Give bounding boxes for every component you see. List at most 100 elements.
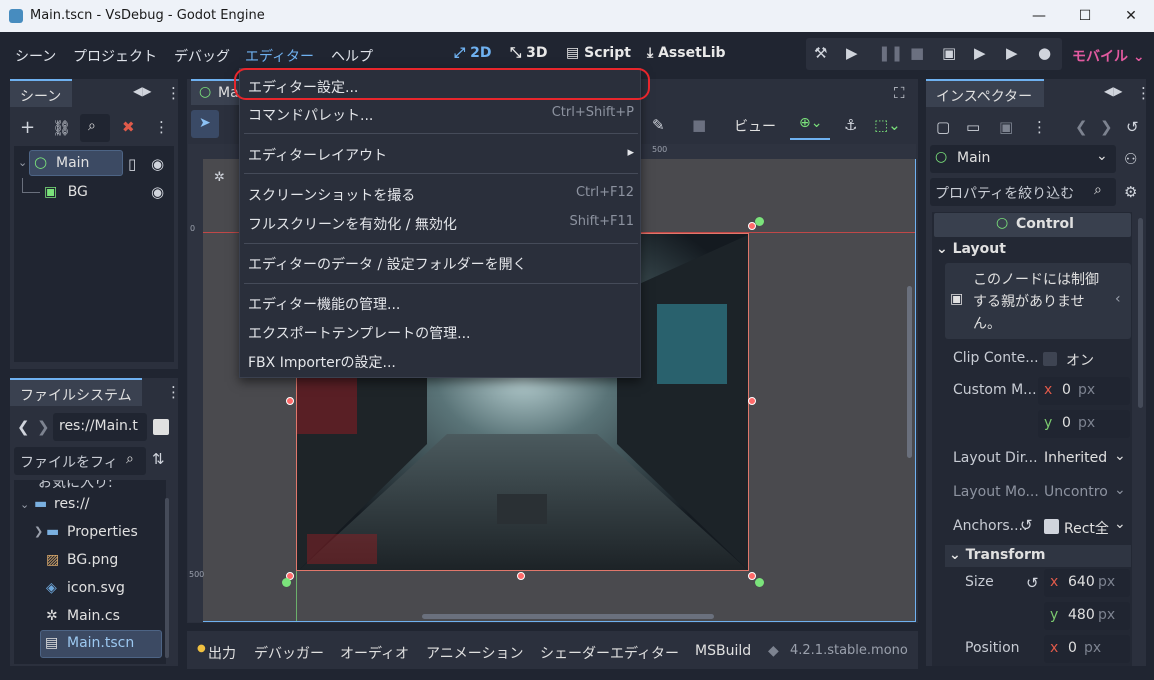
position-x-field[interactable]: x 0 px (1044, 635, 1130, 663)
property-filter-input[interactable]: プロパティを絞り込む ⌕ (930, 178, 1116, 206)
tab-msbuild[interactable]: MSBuild (695, 643, 751, 659)
history-back-icon[interactable]: ❮ (1075, 118, 1088, 136)
update-spinner-icon[interactable]: ◆ (768, 643, 779, 659)
anchor-handle[interactable] (755, 578, 764, 587)
scene-node-main[interactable]: ○ Main (29, 150, 123, 176)
menu-item-editor-layout[interactable]: エディターレイアウト ▸ (248, 145, 634, 165)
file-filter-input[interactable]: ファイルをフィ ⌕ (14, 447, 146, 475)
remote-debug-icon[interactable]: ▣ (942, 44, 956, 62)
layout-direction-select[interactable]: Inherited ⌄ (1044, 448, 1130, 470)
file-item-main-tscn[interactable]: ▤ Main.tscn (40, 630, 162, 658)
collapse-arrow-icon[interactable]: ⌄ (20, 498, 29, 511)
menu-item-screenshot[interactable]: スクリーンショットを撮る Ctrl+F12 (248, 185, 634, 205)
history-forward-icon[interactable]: ❯ (1100, 118, 1113, 136)
canvas-scrollbar-horizontal[interactable] (422, 614, 714, 619)
close-icon[interactable]: ✕ (1108, 0, 1154, 32)
file-item-bg-png[interactable]: BG.png (67, 552, 118, 568)
scrollbar[interactable] (165, 498, 169, 658)
dock-menu-icon[interactable]: ⋮ (1136, 84, 1151, 102)
mode-2d-button[interactable]: ⤢ 2D (454, 45, 491, 61)
play-icon[interactable]: ▶ (846, 44, 858, 62)
menu-item-fbx-importer[interactable]: FBX Importerの設定... (248, 352, 634, 372)
file-item-res[interactable]: res:// (54, 496, 90, 512)
play-scene-icon[interactable]: ▶ (974, 44, 986, 62)
tab-shader-editor[interactable]: シェーダーエディター (540, 643, 679, 663)
custom-min-size-x[interactable]: x 0 px (1038, 377, 1130, 405)
dock-arrows-icon[interactable]: ◀▶ (1104, 84, 1122, 98)
view-menu-button[interactable]: ビュー (734, 116, 776, 136)
reset-icon[interactable]: ↺ (1020, 516, 1033, 534)
menu-scene[interactable]: シーン (15, 46, 56, 66)
renderer-select[interactable]: モバイル ⌄ (1072, 46, 1145, 66)
link-icon[interactable]: ⛓ (52, 119, 71, 137)
menu-item-command-palette[interactable]: コマンドパレット... Ctrl+Shift+P (248, 105, 634, 125)
select-tool-button[interactable]: ➤ (191, 110, 219, 138)
nav-forward-icon[interactable]: ❯ (37, 418, 50, 436)
section-layout[interactable]: ⌄ Layout (936, 241, 1006, 257)
visibility-eye-icon[interactable]: ◉ (151, 183, 164, 201)
anchor-handle[interactable] (755, 217, 764, 226)
extra-menu-icon[interactable]: ⋮ (1032, 118, 1047, 136)
file-item-properties[interactable]: Properties (67, 524, 138, 540)
tab-output[interactable]: 出力 (208, 643, 236, 663)
movie-maker-icon[interactable]: ● (1038, 44, 1051, 62)
scene-tab[interactable]: シーン (10, 79, 72, 107)
scene-node-bg[interactable]: ▣ BG (44, 184, 88, 200)
mode-script-button[interactable]: ▤ Script (566, 45, 631, 61)
mode-3d-button[interactable]: ⤡ 3D (510, 45, 547, 61)
size-x-field[interactable]: x 640 px (1044, 569, 1130, 597)
transform-header[interactable]: ⌄ Transform (945, 545, 1131, 567)
scene-menu-icon[interactable]: ⋮ (154, 118, 169, 136)
toggle-split-icon[interactable] (153, 419, 169, 435)
favorites-item[interactable]: お気に入り: (38, 480, 113, 492)
path-field[interactable]: res://Main.t (53, 413, 147, 441)
script-attached-icon[interactable]: ▯ (128, 155, 136, 173)
distraction-free-icon[interactable]: ⛶ (894, 84, 905, 102)
maximize-icon[interactable]: ☐ (1062, 0, 1108, 32)
camera-icon[interactable]: ■ (692, 116, 706, 134)
menu-project[interactable]: プロジェクト (73, 46, 157, 66)
filter-nodes-button[interactable]: ⌕ (80, 114, 110, 142)
menu-item-feature-manager[interactable]: エディター機能の管理... (248, 294, 634, 314)
pause-icon[interactable]: ❚❚ (878, 44, 903, 62)
resize-handle[interactable] (286, 397, 294, 405)
tab-debugger[interactable]: デバッガー (254, 643, 324, 663)
file-item-main-cs[interactable]: Main.cs (67, 608, 120, 624)
nav-back-icon[interactable]: ❮ (17, 418, 30, 436)
play-custom-scene-icon[interactable]: ▶ (1006, 44, 1018, 62)
mode-assetlib-button[interactable]: ⤓ AssetLib (647, 45, 726, 61)
open-folder-icon[interactable]: ▭ (966, 118, 980, 136)
menu-debug[interactable]: デバッグ (174, 46, 230, 66)
dock-arrows-icon[interactable]: ◀▶ (133, 84, 151, 98)
dock-menu-icon[interactable]: ⋮ (166, 84, 181, 102)
add-node-icon[interactable]: + (20, 117, 35, 138)
inspector-scrollbar[interactable] (1138, 218, 1143, 408)
visibility-eye-icon[interactable]: ◉ (151, 155, 164, 173)
center-view-icon[interactable]: ✲ (214, 170, 225, 185)
node-selector[interactable]: ○ Main ⌄ (930, 145, 1116, 173)
bone-tool-icon[interactable]: ✎ (652, 116, 665, 134)
canvas-scrollbar-vertical[interactable] (907, 286, 912, 458)
new-resource-icon[interactable]: ▢ (936, 118, 950, 136)
inspector-tab[interactable]: インスペクター (926, 79, 1044, 107)
resize-handle[interactable] (748, 397, 756, 405)
menu-item-open-data-folder[interactable]: エディターのデータ / 設定フォルダーを開く (248, 254, 634, 274)
menu-item-export-templates[interactable]: エクスポートテンプレートの管理... (248, 323, 634, 343)
scene-tab-main[interactable]: ○ Ma (191, 79, 239, 105)
tab-animation[interactable]: アニメーション (426, 643, 523, 663)
snap-toggle[interactable]: ⊕⌄ (790, 110, 830, 140)
save-icon[interactable]: ▣ (999, 118, 1013, 136)
menu-help[interactable]: ヘルプ (331, 46, 373, 66)
custom-min-size-y[interactable]: y 0 px (1038, 410, 1130, 438)
script-remove-icon[interactable]: ✖ (122, 118, 135, 136)
menu-item-fullscreen[interactable]: フルスクリーンを有効化 / 無効化 Shift+F11 (248, 214, 634, 234)
history-icon[interactable]: ↺ (1126, 118, 1139, 136)
filesystem-tab[interactable]: ファイルシステム (10, 378, 142, 406)
dock-menu-icon[interactable]: ⋮ (166, 383, 181, 401)
node-tree-icon[interactable]: ⚇ (1124, 150, 1137, 168)
size-y-field[interactable]: y 480 px (1044, 602, 1130, 630)
build-hammer-icon[interactable]: ⚒ (814, 44, 827, 62)
file-item-icon-svg[interactable]: icon.svg (67, 580, 125, 596)
grid-snap-icon[interactable]: ⬚⌄ (874, 116, 901, 134)
resize-handle[interactable] (748, 572, 756, 580)
